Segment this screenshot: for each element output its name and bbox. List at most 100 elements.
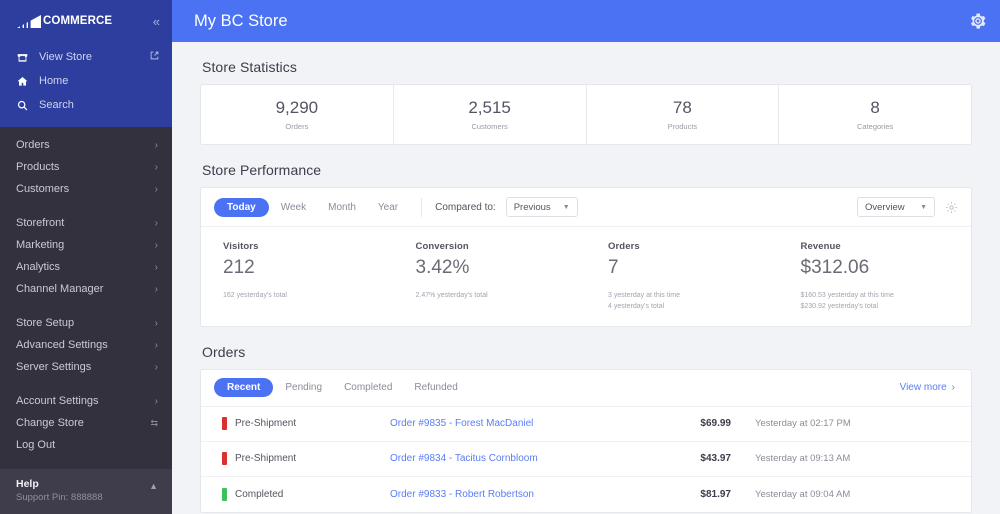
order-status: Pre-Shipment — [222, 452, 390, 466]
chevron-right-icon: › — [154, 283, 158, 295]
sidebar-item-store-setup[interactable]: Store Setup › — [0, 312, 172, 334]
sidebar-item-view-store[interactable]: View Store — [0, 45, 172, 69]
status-badge — [222, 417, 227, 431]
brand-wrap: COMMERCE — [16, 14, 112, 29]
chevron-up-icon[interactable]: ▲ — [149, 481, 158, 491]
stat-label: Customers — [471, 121, 508, 131]
compared-to-select[interactable]: Previous ▼ — [505, 197, 578, 217]
chevron-right-icon: › — [154, 239, 158, 251]
sidebar-item-label: Store Setup — [16, 317, 75, 329]
sidebar-item-label: Log Out — [16, 439, 56, 451]
range-tab-month[interactable]: Month — [318, 198, 366, 217]
sidebar-item-label: Marketing — [16, 239, 65, 251]
sidebar-item-products[interactable]: Products › — [0, 156, 172, 178]
compared-to-label: Compared to: — [435, 201, 496, 213]
sidebar-brand[interactable]: COMMERCE « — [0, 0, 172, 42]
sidebar-item-label: Channel Manager — [16, 283, 104, 295]
metric-subs: 162 yesterday's total — [223, 291, 378, 302]
gear-icon[interactable] — [970, 13, 986, 29]
metric-key: Orders — [608, 241, 640, 252]
sidebar-item-log-out[interactable]: Log Out — [0, 434, 172, 456]
metric-key: Visitors — [223, 241, 259, 252]
order-link[interactable]: Order #9833 - Robert Robertson — [390, 489, 650, 500]
metric-sub: $230.92 yesterday's total — [800, 302, 879, 310]
sidebar-item-change-store[interactable]: Change Store ⇆ — [0, 412, 172, 434]
chevron-right-icon: › — [951, 382, 955, 394]
stat-label: Products — [667, 121, 698, 131]
order-link[interactable]: Order #9835 - Forest MacDaniel — [390, 418, 650, 429]
order-time: Yesterday at 09:04 AM — [755, 488, 851, 500]
orders-card: Recent Pending Completed Refunded View m… — [200, 368, 972, 513]
order-time: Yesterday at 02:17 PM — [755, 418, 851, 430]
sidebar-item-channel-manager[interactable]: Channel Manager › — [0, 278, 172, 300]
metric-value: $312.06 — [800, 257, 870, 278]
toolbar-divider — [421, 197, 423, 217]
sidebar-item-label: Analytics — [16, 261, 61, 273]
tab-refunded[interactable]: Refunded — [404, 378, 467, 397]
help-text-wrap: Help Support Pin: 888888 — [16, 478, 103, 504]
status-label: Pre-Shipment — [235, 453, 297, 465]
page-header: My BC Store — [172, 0, 1000, 42]
table-row[interactable]: Completed Order #9833 - Robert Robertson… — [201, 477, 971, 512]
sidebar-item-account-settings[interactable]: Account Settings › — [0, 390, 172, 412]
sidebar-item-label: Advanced Settings — [16, 339, 108, 351]
sidebar-item-analytics[interactable]: Analytics › — [0, 256, 172, 278]
status-badge — [222, 452, 227, 466]
chevron-right-icon: › — [154, 361, 158, 373]
sidebar-item-label: Change Store — [16, 417, 84, 429]
metric-conversion: Conversion 3.42% 2.47% yesterday's total — [394, 241, 587, 313]
orders-title: Orders — [202, 343, 246, 360]
range-tabs: Today Week Month Year — [214, 197, 408, 217]
metric-subs: 2.47% yesterday's total — [416, 291, 571, 302]
external-link-icon[interactable] — [150, 51, 159, 63]
tab-completed[interactable]: Completed — [334, 378, 402, 397]
order-link[interactable]: Order #9834 - Tacitus Cornbloom — [390, 453, 650, 464]
main-content: My BC Store Store Statistics 9,290 Order… — [172, 0, 1000, 514]
view-more-link[interactable]: View more › — [900, 382, 955, 393]
store-statistics-card: 9,290 Orders 2,515 Customers 78 Products… — [200, 84, 972, 145]
sidebar-item-orders[interactable]: Orders › — [0, 134, 172, 156]
sidebar-item-customers[interactable]: Customers › — [0, 178, 172, 200]
chevron-double-left-icon[interactable]: « — [153, 15, 160, 28]
metric-sub: 2.47% yesterday's total — [415, 291, 488, 299]
orders-tabs: Recent Pending Completed Refunded — [214, 378, 468, 398]
metric-sub: $160.53 yesterday at this time — [800, 291, 894, 299]
range-tab-week[interactable]: Week — [271, 198, 316, 217]
view-select[interactable]: Overview ▼ — [857, 197, 935, 217]
sidebar-item-label: Account Settings — [16, 395, 99, 407]
stat-orders: 9,290 Orders — [201, 85, 394, 144]
tab-recent[interactable]: Recent — [214, 378, 274, 398]
range-tab-today[interactable]: Today — [214, 197, 269, 217]
stat-value: 9,290 — [275, 98, 319, 118]
stat-customers: 2,515 Customers — [394, 85, 587, 144]
table-row[interactable]: Pre-Shipment Order #9834 - Tacitus Cornb… — [201, 442, 971, 477]
sidebar-item-search[interactable]: Search — [0, 93, 172, 117]
chevron-down-icon: ▼ — [920, 203, 927, 211]
sidebar-item-storefront[interactable]: Storefront › — [0, 212, 172, 234]
sidebar-nav-groups: Orders › Products › Customers › Storefro… — [0, 127, 172, 469]
metric-key: Revenue — [800, 241, 841, 252]
orders-toolbar: Recent Pending Completed Refunded View m… — [201, 370, 971, 407]
chevron-right-icon: › — [154, 139, 158, 151]
chevron-right-icon: › — [154, 161, 158, 173]
chevron-right-icon: › — [154, 261, 158, 273]
range-tab-year[interactable]: Year — [368, 198, 408, 217]
sidebar-item-label: Server Settings — [16, 361, 92, 373]
metric-sub: 3 yesterday at this time — [608, 291, 680, 299]
table-row[interactable]: Pre-Shipment Order #9835 - Forest MacDan… — [201, 407, 971, 442]
gear-icon[interactable] — [945, 201, 958, 214]
store-icon — [16, 52, 29, 63]
sidebar-item-advanced-settings[interactable]: Advanced Settings › — [0, 334, 172, 356]
sidebar-item-label: Customers — [16, 183, 70, 195]
sidebar-item-home[interactable]: Home — [0, 69, 172, 93]
sidebar-group-settings: Store Setup › Advanced Settings › Server… — [0, 312, 172, 390]
sidebar-top-block: COMMERCE « View Store Home Search — [0, 0, 172, 127]
sidebar-item-marketing[interactable]: Marketing › — [0, 234, 172, 256]
swap-icon: ⇆ — [150, 417, 158, 428]
tab-pending[interactable]: Pending — [275, 378, 332, 397]
sidebar-help-panel[interactable]: Help Support Pin: 888888 ▲ — [0, 468, 172, 514]
metric-key: Conversion — [415, 241, 469, 252]
sidebar-group-account: Account Settings › Change Store ⇆ Log Ou… — [0, 390, 172, 468]
sidebar-item-server-settings[interactable]: Server Settings › — [0, 356, 172, 378]
sidebar-quick-links: View Store Home Search — [0, 42, 172, 127]
